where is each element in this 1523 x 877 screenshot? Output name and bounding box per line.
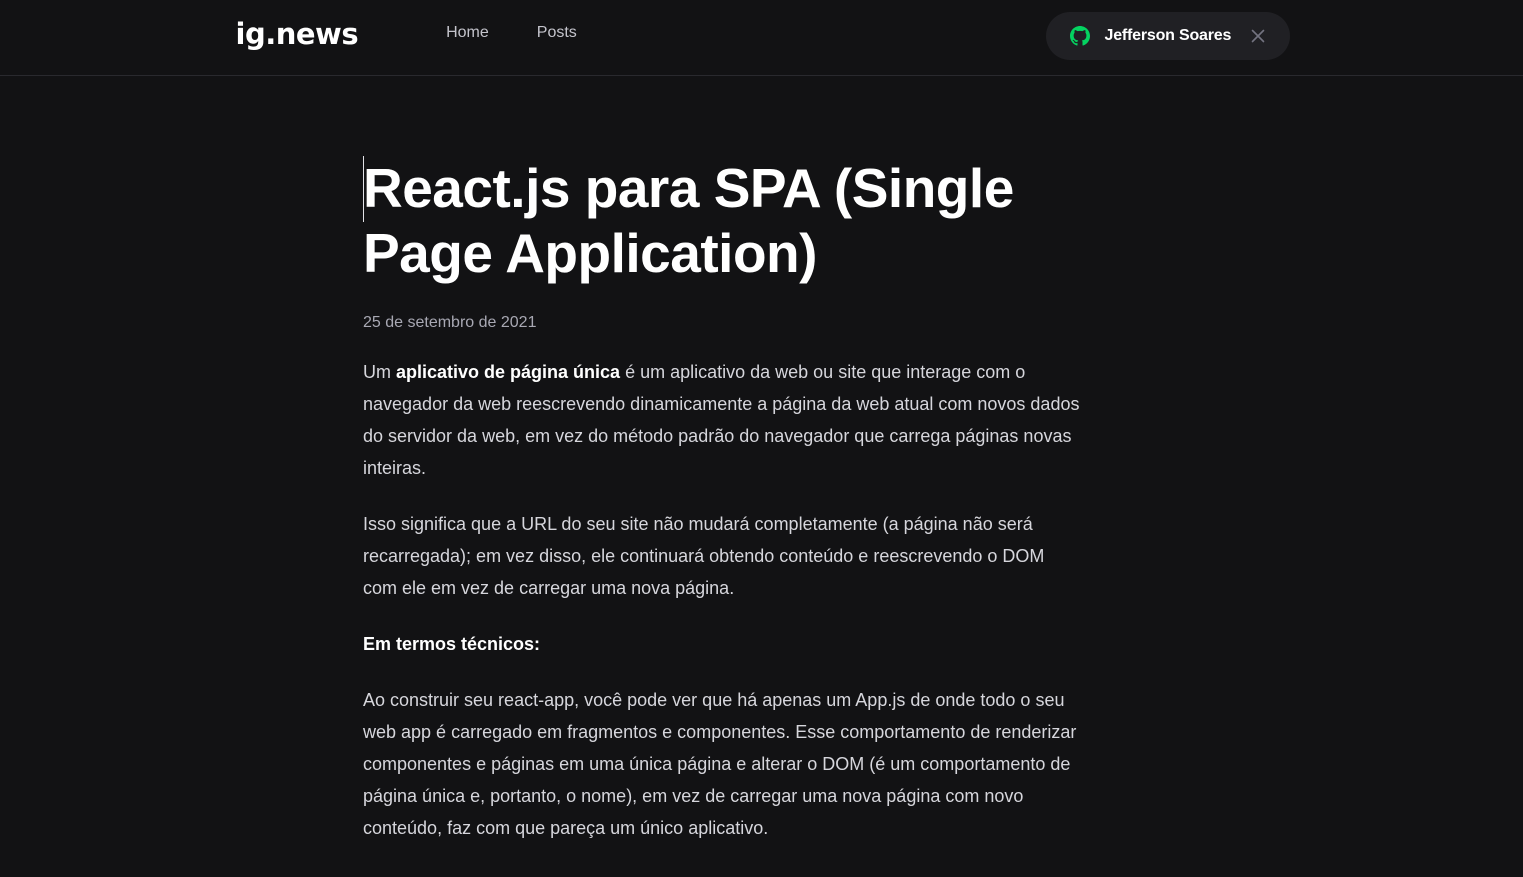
section-heading: Em termos técnicos: <box>363 634 541 654</box>
paragraph-1: Um aplicativo de página única é um aplic… <box>363 356 1083 484</box>
site-logo[interactable]: ig.news <box>236 19 359 49</box>
close-icon[interactable] <box>1251 29 1265 43</box>
github-icon <box>1069 26 1090 46</box>
nav-link-posts[interactable]: Posts <box>537 24 577 42</box>
user-name: Jefferson Soares <box>1104 27 1232 44</box>
paragraph-2: Isso significa que a URL do seu site não… <box>363 514 1045 598</box>
post-title: React.js para SPA (Single Page Applicati… <box>363 157 1014 284</box>
paragraph-1-bold: aplicativo de página única <box>396 362 621 382</box>
post-main: React.js para SPA (Single Page Applicati… <box>363 76 1083 844</box>
paragraph-3: Em termos técnicos: <box>363 628 1083 660</box>
post-content: Um aplicativo de página única é um aplic… <box>363 356 1083 844</box>
nav-link-home[interactable]: Home <box>446 24 489 42</box>
paragraph-1-lead: Um <box>363 362 396 382</box>
sign-in-github-button[interactable]: Jefferson Soares <box>1045 12 1290 60</box>
text-cursor <box>363 156 364 222</box>
header-container: ig.news Home Posts Jefferson Soares <box>202 0 1322 76</box>
post-date: 25 de setembro de 2021 <box>363 314 537 331</box>
site-header: ig.news Home Posts Jefferson Soares <box>0 0 1523 76</box>
post-article: React.js para SPA (Single Page Applicati… <box>363 156 1083 844</box>
main-nav: Home Posts <box>446 0 625 76</box>
paragraph-4: Ao construir seu react-app, você pode ve… <box>363 690 1077 838</box>
